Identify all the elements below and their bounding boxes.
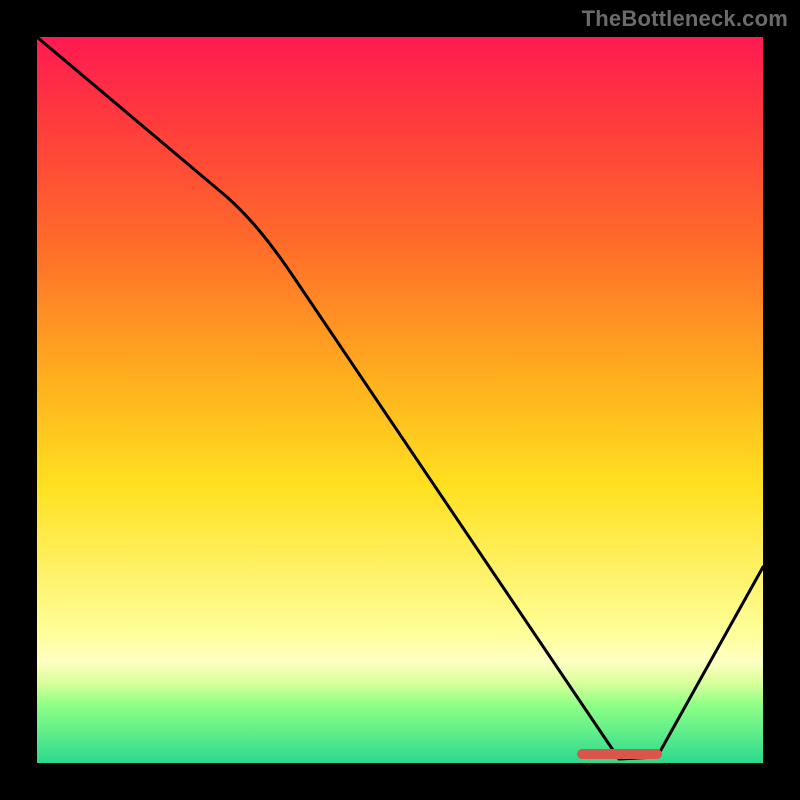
curve-svg [37,37,763,763]
plot-area [37,37,763,763]
watermark-text: TheBottleneck.com [582,6,788,32]
chart-frame: TheBottleneck.com [0,0,800,800]
optimal-range-marker [577,749,662,759]
curve-path [37,37,763,759]
